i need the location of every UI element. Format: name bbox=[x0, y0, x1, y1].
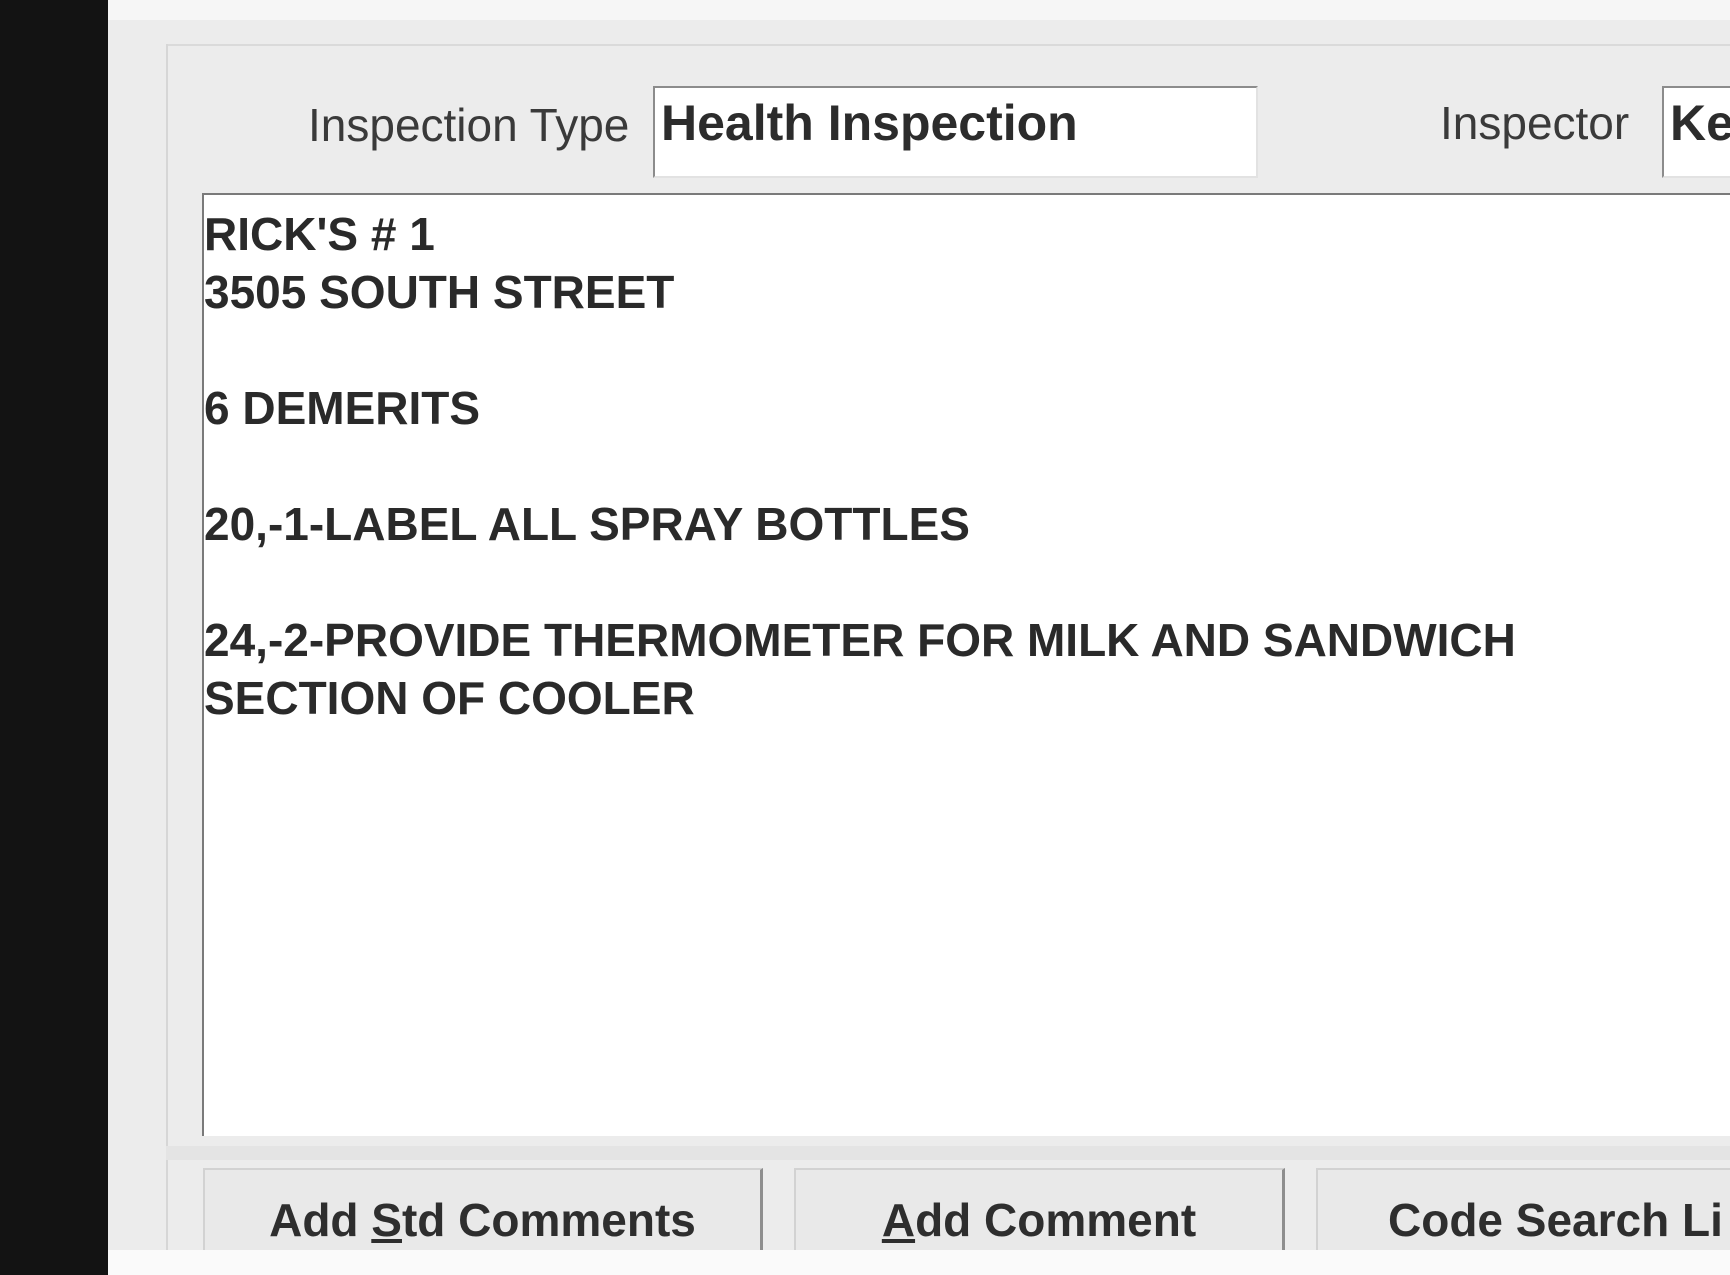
button-label-part: Code Search Li bbox=[1388, 1194, 1723, 1246]
comment-line: 20,-1-LABEL ALL SPRAY BOTTLES bbox=[204, 498, 970, 550]
comment-line: 24,-2-PROVIDE THERMOMETER FOR MILK AND S… bbox=[204, 614, 1516, 666]
comments-textarea[interactable]: RICK'S # 1 3505 SOUTH STREET 6 DEMERITS … bbox=[202, 193, 1730, 1136]
button-accelerator: A bbox=[881, 1194, 916, 1246]
inspector-field[interactable]: Ke bbox=[1662, 86, 1730, 178]
comment-line-blank bbox=[204, 321, 1730, 379]
button-label-part: dd Comment bbox=[915, 1194, 1197, 1246]
comment-line: RICK'S # 1 bbox=[204, 208, 435, 260]
window-top-band bbox=[108, 0, 1730, 20]
add-comment-button[interactable]: Add Comment bbox=[794, 1168, 1285, 1250]
button-bar-divider bbox=[166, 1146, 1730, 1160]
comment-line-blank bbox=[204, 553, 1730, 611]
comment-line: SECTION OF COOLER bbox=[204, 672, 695, 724]
button-label-part: Add bbox=[269, 1194, 372, 1246]
group-frame-left bbox=[166, 44, 168, 1250]
scan-bottom-border bbox=[108, 1250, 1730, 1275]
inspection-type-label: Inspection Type bbox=[308, 99, 630, 151]
button-accelerator: S bbox=[371, 1194, 402, 1246]
inspection-type-field[interactable]: Health Inspection bbox=[653, 86, 1258, 178]
group-frame-top bbox=[166, 44, 1730, 46]
inspector-label: Inspector bbox=[1440, 97, 1630, 149]
code-search-button[interactable]: Code Search Li bbox=[1316, 1168, 1730, 1250]
add-std-comments-button[interactable]: Add Std Comments bbox=[203, 1168, 763, 1250]
comment-line: 6 DEMERITS bbox=[204, 382, 481, 434]
scan-left-border bbox=[0, 0, 108, 1275]
comment-line: 3505 SOUTH STREET bbox=[204, 266, 675, 318]
button-label-part: td Comments bbox=[401, 1194, 696, 1246]
inspection-window: Inspection Type Health Inspection Inspec… bbox=[108, 0, 1730, 1250]
comment-line-blank bbox=[204, 437, 1730, 495]
